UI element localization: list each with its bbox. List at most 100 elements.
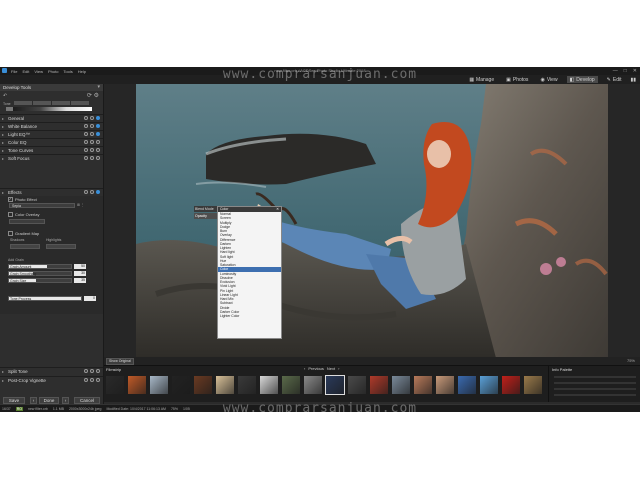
blend-mode-dropdown[interactable]: Color ✕ Normal Screen Multiply Dodge Burn Ove… [217,206,282,339]
filmstrip-thumbnail[interactable] [194,376,212,394]
shadows-color-swatch[interactable] [10,244,40,249]
filmstrip-thumbnail[interactable] [414,376,432,394]
toggle-icon[interactable] [90,369,94,373]
toggle-icon[interactable] [90,378,94,382]
filmstrip-thumbnail[interactable] [502,376,520,394]
maximize-icon[interactable]: □ [624,68,627,74]
previous-arrow-button[interactable]: ‹ [30,397,37,404]
filmstrip-thumbnail[interactable] [128,376,146,394]
menu-tools[interactable]: Tools [63,69,72,74]
filmstrip-thumbnail[interactable] [150,376,168,394]
tone-process-slider[interactable]: Tone Process [8,296,82,301]
undo-icon[interactable]: ↶ [3,93,7,99]
toggle-icon[interactable] [90,116,94,120]
menu-file[interactable]: File [11,69,17,74]
expand-arrow-icon[interactable]: ▸ [2,140,4,145]
filmstrip-thumbnail[interactable] [480,376,498,394]
mode-tab-develop[interactable]: ◧ Develop [566,76,598,83]
filmstrip-thumbnail[interactable] [348,376,366,394]
section-color-eq[interactable]: ▸ Color EQ [0,138,103,146]
next-arrow-button[interactable]: › [62,397,69,404]
expand-arrow-icon[interactable]: ▸ [2,148,4,153]
toggle-icon[interactable] [90,124,94,128]
section-post-crop-vignette[interactable]: ▸ Post-Crop Vignette [0,376,103,384]
filmstrip-thumbnail[interactable] [392,376,410,394]
reset-icon[interactable] [84,369,88,373]
filmstrip-thumbnail[interactable] [238,376,256,394]
section-effects[interactable]: ▸ Effects [0,188,103,196]
previous-button[interactable]: Previous [308,366,324,371]
reset-icon[interactable]: ⟳ ⚙ [87,92,99,99]
filmstrip-thumbnail[interactable] [436,376,454,394]
enable-icon[interactable] [96,378,100,382]
zoom-level[interactable]: 75% [627,358,635,363]
filmstrip-thumbnail[interactable] [325,375,345,395]
expand-arrow-icon[interactable]: ▸ [2,156,4,161]
image-canvas[interactable]: Blend Mode Opacity Color ✕ Normal Screen M… [104,84,640,358]
tone-button[interactable] [14,101,32,105]
tone-button[interactable] [52,101,70,105]
grain-amount-slider[interactable]: Grain Amount [8,264,72,269]
section-white-balance[interactable]: ▸ White Balance [0,122,103,130]
close-icon[interactable]: ✕ [633,68,637,74]
menu-view[interactable]: View [34,69,43,74]
toggle-icon[interactable] [90,156,94,160]
reset-icon[interactable] [84,190,88,194]
enable-icon[interactable] [96,190,100,194]
section-tone-curves[interactable]: ▸ Tone Curves [0,146,103,154]
filmstrip-thumbnail[interactable] [458,376,476,394]
tone-gradient-bar[interactable] [6,107,92,111]
save-button[interactable]: Save [3,397,25,404]
grain-smoothing-slider[interactable]: Grain Smoothing [8,271,72,276]
reset-icon[interactable] [84,140,88,144]
section-general[interactable]: ▸ General [0,114,103,122]
enable-icon[interactable] [96,148,100,152]
color-overlay-swatch[interactable] [9,219,45,224]
toggle-icon[interactable] [90,132,94,136]
expand-arrow-icon[interactable]: ▸ [2,369,4,374]
minimize-icon[interactable]: — [613,68,618,74]
section-light-eq-[interactable]: ▸ Light EQ™ [0,130,103,138]
tone-gradient-handle[interactable] [6,107,13,111]
tone-button[interactable] [33,101,51,105]
reset-icon[interactable] [84,156,88,160]
color-overlay-checkbox[interactable]: Color Overlay [8,212,39,217]
reset-icon[interactable] [84,132,88,136]
filmstrip-thumbnail[interactable] [106,376,124,394]
menu-help[interactable]: Help [78,69,86,74]
reset-icon[interactable] [84,378,88,382]
blend-mode-option[interactable]: Lighter Color [218,314,281,318]
enable-icon[interactable] [96,116,100,120]
main-photo[interactable] [136,84,608,358]
show-original-button[interactable]: Show Original [106,358,134,365]
opacity-label[interactable]: Opacity [194,213,218,219]
expand-arrow-icon[interactable]: ▸ [2,378,4,383]
expand-arrow-icon[interactable]: ▸ [2,190,4,195]
filmstrip-thumbnail[interactable] [216,376,234,394]
filmstrip-thumbnail[interactable] [282,376,300,394]
mode-tab-photos[interactable]: ▣ Photos [503,76,531,83]
reset-icon[interactable] [84,116,88,120]
cancel-button[interactable]: Cancel [74,397,100,404]
filmstrip-thumbnail[interactable] [370,376,388,394]
section-soft-focus[interactable]: ▸ Soft Focus [0,154,103,162]
expand-arrow-icon[interactable]: ▸ [2,124,4,129]
tone-process-value[interactable]: 0 [84,296,96,301]
enable-icon[interactable] [96,369,100,373]
stats-icon[interactable]: ▮▮ [630,77,636,83]
expand-arrow-icon[interactable]: ▸ [2,116,4,121]
menu-photo[interactable]: Photo [48,69,58,74]
enable-icon[interactable] [96,156,100,160]
gradient-map-checkbox[interactable]: Gradient Map [8,231,39,236]
done-button[interactable]: Done [39,397,59,404]
tone-button[interactable] [71,101,89,105]
filmstrip-thumbnail[interactable] [260,376,278,394]
previous-chevron-icon[interactable]: ‹ [304,366,305,371]
highlights-color-swatch[interactable] [46,244,76,249]
section-split-tone[interactable]: ▸ Split Tone [0,367,103,375]
photo-effect-checkbox[interactable]: ✓ Photo Effect [8,197,37,202]
next-chevron-icon[interactable]: › [338,366,339,371]
mode-tab-view[interactable]: ◉ View [537,76,560,83]
enable-icon[interactable] [96,132,100,136]
reset-icon[interactable] [84,148,88,152]
